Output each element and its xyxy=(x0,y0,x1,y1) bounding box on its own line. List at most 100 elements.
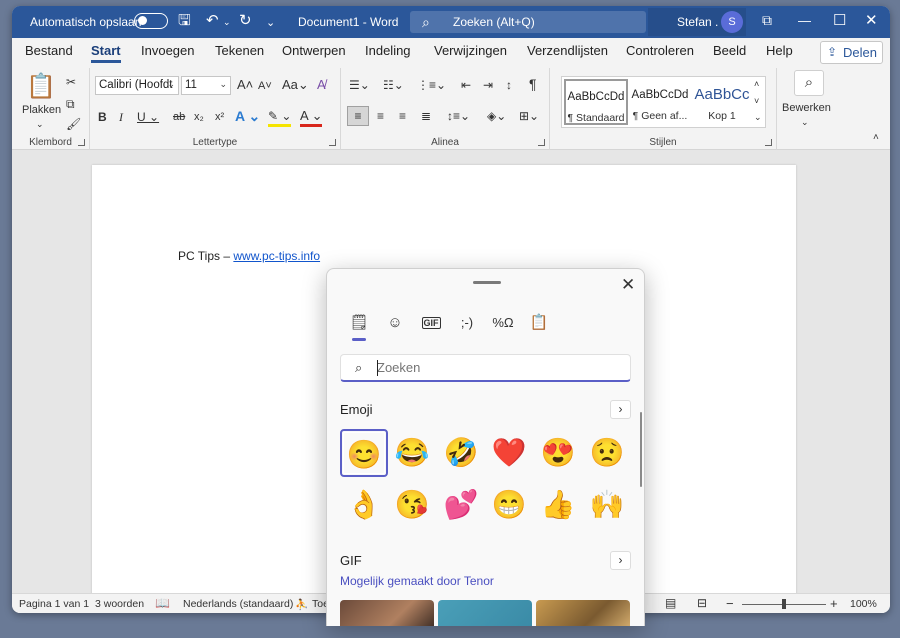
emoji-item[interactable]: 😁 xyxy=(485,481,533,529)
minimize-icon[interactable]: — xyxy=(798,13,811,28)
collapse-ribbon-icon[interactable]: ˄ xyxy=(873,130,879,146)
tab-controleren[interactable]: Controleren xyxy=(626,43,694,58)
status-words[interactable]: 3 woorden xyxy=(95,598,144,610)
style-standaard[interactable]: AaBbCcDd ¶ Standaard xyxy=(564,79,628,125)
shading-icon[interactable]: ◈⌄ xyxy=(487,108,506,124)
klembord-dialog-launcher[interactable] xyxy=(78,139,85,146)
tab-gif[interactable]: GIF xyxy=(416,311,446,335)
emoji-search-input[interactable] xyxy=(377,360,617,375)
gif-thumbnail[interactable] xyxy=(340,600,434,626)
emoji-item[interactable]: 👌 xyxy=(340,481,388,529)
close-icon[interactable]: ✕ xyxy=(865,11,878,29)
multilevel-list-icon[interactable]: ⋮≡⌄ xyxy=(417,77,446,93)
status-language[interactable]: Nederlands (standaard) xyxy=(183,598,293,610)
print-layout-icon[interactable]: ▤ xyxy=(665,596,676,610)
change-case-icon[interactable]: Aa⌄ xyxy=(282,77,309,93)
document-text[interactable]: PC Tips – www.pc-tips.info xyxy=(178,249,320,263)
gif-section-more-button[interactable]: › xyxy=(610,551,631,570)
format-painter-icon[interactable]: 🖌 xyxy=(66,116,81,132)
align-right-icon[interactable]: ≡ xyxy=(399,108,406,124)
status-zoom[interactable]: 100% xyxy=(850,598,877,610)
align-center-icon[interactable]: ≡ xyxy=(377,108,384,124)
tab-verzendlijsten[interactable]: Verzendlijsten xyxy=(527,43,608,58)
web-layout-icon[interactable]: ⊟ xyxy=(697,596,707,610)
cut-icon[interactable]: ✂ xyxy=(66,74,76,90)
justify-icon[interactable]: ≣ xyxy=(421,108,431,124)
title-search-box[interactable]: ⌕ Zoeken (Alt+Q) xyxy=(410,11,646,33)
styles-scroll-down-icon[interactable]: ˅ xyxy=(754,93,759,109)
scrollbar[interactable] xyxy=(640,412,642,487)
decrease-indent-icon[interactable]: ⇤ xyxy=(461,77,471,93)
ribbon-display-icon[interactable]: ⧉ xyxy=(762,12,772,29)
tab-symbols[interactable]: %Ω xyxy=(488,311,518,335)
font-color-icon[interactable]: A ⌄ xyxy=(300,108,323,127)
styles-scroll-up-icon[interactable]: ˄ xyxy=(754,76,759,92)
strikethrough-icon[interactable]: ab xyxy=(173,109,185,125)
proofing-icon[interactable]: 📖 xyxy=(155,596,170,610)
shrink-font-icon[interactable]: A˅ xyxy=(258,78,272,94)
paste-dropdown-icon[interactable]: ⌄ xyxy=(36,116,44,132)
tab-verwijzingen[interactable]: Verwijzingen xyxy=(434,43,507,58)
emoji-item[interactable]: ❤️ xyxy=(485,429,533,477)
bullets-icon[interactable]: ☰⌄ xyxy=(349,77,370,93)
tab-bestand[interactable]: Bestand xyxy=(25,43,73,58)
maximize-icon[interactable]: ☐ xyxy=(833,11,846,29)
tab-help[interactable]: Help xyxy=(766,43,793,58)
emoji-item[interactable]: 👍 xyxy=(534,481,582,529)
emoji-item[interactable]: 😂 xyxy=(388,429,436,477)
autosave-toggle[interactable] xyxy=(134,13,168,29)
emoji-item[interactable]: 🤣 xyxy=(437,429,485,477)
style-geen-afstand[interactable]: AaBbCcDd ¶ Geen af... xyxy=(628,79,692,125)
tab-kaomoji[interactable]: ;-) xyxy=(452,311,482,335)
increase-indent-icon[interactable]: ⇥ xyxy=(483,77,493,93)
sort-icon[interactable]: ↕ xyxy=(506,77,512,93)
tab-ontwerpen[interactable]: Ontwerpen xyxy=(282,43,346,58)
alinea-dialog-launcher[interactable] xyxy=(538,139,545,146)
find-icon[interactable]: ⌕ xyxy=(794,70,824,96)
text-effects-icon[interactable]: A ⌄ xyxy=(235,108,260,124)
emoji-item[interactable]: 💕 xyxy=(437,481,485,529)
drag-handle[interactable] xyxy=(473,281,501,284)
underline-icon[interactable]: U ⌄ xyxy=(137,109,159,125)
grow-font-icon[interactable]: A˄ xyxy=(237,77,253,93)
subscript-icon[interactable]: x₂ xyxy=(194,109,204,125)
italic-icon[interactable]: I xyxy=(119,109,123,125)
tab-emoji[interactable]: ☺ xyxy=(380,311,410,335)
superscript-icon[interactable]: x² xyxy=(215,109,224,125)
emoji-item[interactable]: 😊 xyxy=(340,429,388,477)
styles-more-icon[interactable]: ⌄ xyxy=(754,109,762,125)
share-button[interactable]: ⇪ Delen xyxy=(820,41,883,64)
emoji-item[interactable]: 🙌 xyxy=(583,481,631,529)
undo-icon[interactable]: ↶ xyxy=(206,12,219,30)
highlight-icon[interactable]: ✎ ⌄ xyxy=(268,108,292,127)
line-spacing-icon[interactable]: ↕≡⌄ xyxy=(447,108,470,124)
edit-dropdown-icon[interactable]: ⌄ xyxy=(801,114,809,130)
tab-tekenen[interactable]: Tekenen xyxy=(215,43,264,58)
tab-invoegen[interactable]: Invoegen xyxy=(141,43,195,58)
emoji-section-more-button[interactable]: › xyxy=(610,400,631,419)
zoom-in-icon[interactable]: + xyxy=(830,596,838,611)
tab-beeld[interactable]: Beeld xyxy=(713,43,746,58)
align-left-icon[interactable]: ≡ xyxy=(347,106,369,126)
bold-icon[interactable]: B xyxy=(98,109,107,125)
status-page[interactable]: Pagina 1 van 1 xyxy=(19,598,89,610)
undo-dropdown-icon[interactable]: ⌄ xyxy=(223,13,231,31)
accessibility-icon[interactable]: ⛹ xyxy=(295,598,308,611)
zoom-slider-thumb[interactable] xyxy=(782,599,786,609)
emoji-item[interactable]: 😟 xyxy=(583,429,631,477)
tab-indeling[interactable]: Indeling xyxy=(365,43,411,58)
customize-toolbar-icon[interactable]: ⌄ xyxy=(266,14,275,32)
document-link[interactable]: www.pc-tips.info xyxy=(233,249,320,263)
emoji-item[interactable]: 😍 xyxy=(534,429,582,477)
clear-formatting-icon[interactable]: A̸ xyxy=(317,77,326,93)
redo-icon[interactable]: ↻ xyxy=(239,12,252,30)
paste-icon[interactable]: 📋 xyxy=(26,72,56,102)
emoji-search-field[interactable]: ⌕ xyxy=(340,354,631,382)
tab-start[interactable]: Start xyxy=(91,43,121,63)
copy-icon[interactable]: ⧉ xyxy=(66,96,75,112)
tab-clipboard[interactable]: 📋 xyxy=(524,311,554,335)
tenor-credit[interactable]: Mogelijk gemaakt door Tenor xyxy=(340,574,494,588)
show-marks-icon[interactable]: ¶ xyxy=(529,76,537,92)
gif-thumbnail[interactable] xyxy=(536,600,630,626)
save-icon[interactable]: 🖫 xyxy=(178,12,191,30)
